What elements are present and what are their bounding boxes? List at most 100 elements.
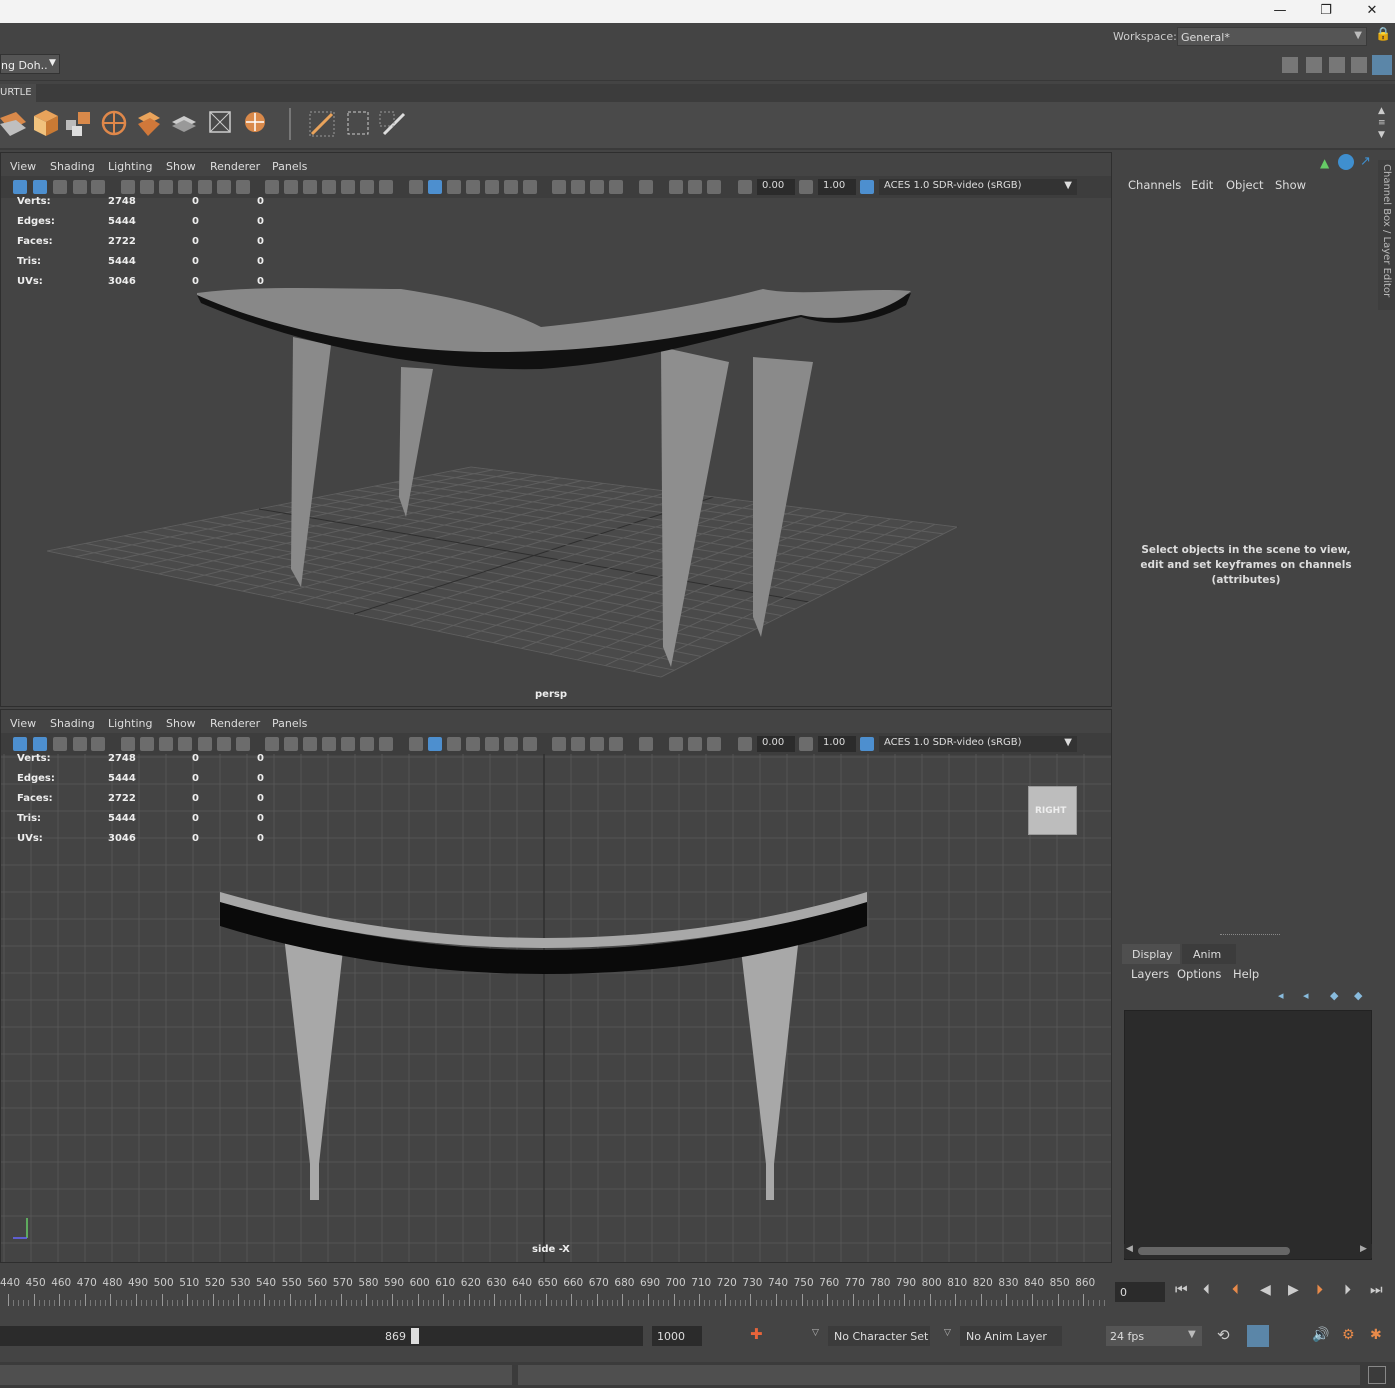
scrollbar-thumb[interactable] — [1138, 1247, 1290, 1255]
viewport-menu-shading[interactable]: Shading — [50, 160, 95, 173]
camera-attributes-icon[interactable] — [33, 180, 47, 194]
exposure-icon[interactable] — [738, 737, 752, 751]
xray-icon[interactable] — [428, 180, 442, 194]
move-layer-down-icon[interactable]: ◂ — [1303, 989, 1309, 1002]
time-slider[interactable]: 440 450 460 470 480 490 500 510 520 530 540 550 560 5… — [0, 1266, 1395, 1316]
viewport-menu-view[interactable]: View — [10, 717, 36, 730]
chevron-down-icon[interactable]: ▽ — [812, 1328, 819, 1338]
viewport-menu-lighting[interactable]: Lighting — [108, 717, 152, 730]
camera-lock-icon[interactable] — [707, 180, 721, 194]
frame-all-icon[interactable] — [669, 737, 683, 751]
2d-pan-zoom-icon[interactable] — [121, 180, 135, 194]
shelf-options-icon[interactable]: ≡ — [1378, 118, 1386, 128]
loop-icon[interactable]: ⟲ — [1217, 1326, 1230, 1344]
xray-joints-icon[interactable] — [447, 180, 461, 194]
grid-icon[interactable] — [265, 737, 279, 751]
screen-ao-icon[interactable] — [379, 737, 393, 751]
turtle-box-icon[interactable] — [34, 110, 58, 136]
channel-box-menu-edit[interactable]: Edit — [1191, 178, 1213, 192]
layer-list[interactable] — [1124, 1010, 1372, 1260]
attribute-editor-toggle-icon[interactable] — [1338, 154, 1354, 170]
field-chart-icon[interactable] — [198, 180, 212, 194]
hud-icon[interactable] — [609, 180, 623, 194]
exposure-field[interactable]: 0.00 — [757, 736, 795, 752]
use-lights-icon[interactable] — [341, 737, 355, 751]
new-layer-from-selection-icon[interactable]: ◆ — [1354, 989, 1362, 1002]
tab-anim[interactable]: Anim — [1182, 944, 1236, 964]
anti-aliasing-icon[interactable] — [552, 737, 566, 751]
2d-pan-zoom-icon[interactable] — [121, 737, 135, 751]
textured-icon[interactable] — [322, 737, 336, 751]
auto-key-icon[interactable]: ✚ — [750, 1325, 763, 1343]
viewcube[interactable]: RIGHT — [1028, 786, 1077, 835]
turtle-edit-icon[interactable] — [309, 111, 335, 137]
isolate-select-icon[interactable] — [590, 180, 604, 194]
wireframe-on-shaded-icon[interactable] — [409, 737, 423, 751]
menu-set-dropdown[interactable]: ng Doh.. ▼ — [0, 54, 60, 74]
frame-selected-icon[interactable] — [688, 737, 702, 751]
wireframe-on-shaded-icon[interactable] — [409, 180, 423, 194]
character-icon[interactable]: ✱ — [1370, 1327, 1382, 1343]
lock-icon[interactable]: 🔒 — [1375, 27, 1391, 42]
turtle-bake-icon[interactable] — [0, 112, 26, 136]
frame-all-icon[interactable] — [669, 180, 683, 194]
fps-dropdown[interactable]: 24 fps ▼ — [1106, 1326, 1202, 1346]
camera-attributes-icon[interactable] — [33, 737, 47, 751]
command-input[interactable] — [0, 1365, 512, 1385]
depth-of-field-icon[interactable] — [571, 180, 585, 194]
tool-settings-toggle-icon[interactable]: ↗ — [1360, 154, 1371, 169]
step-back-key-icon[interactable]: ⏴ — [1232, 1282, 1239, 1298]
viewport-menu-show[interactable]: Show — [166, 160, 196, 173]
smooth-shade-icon[interactable] — [303, 737, 317, 751]
chevron-down-icon[interactable]: ▽ — [944, 1328, 951, 1338]
step-forward-frame-icon[interactable]: ⏵ — [1344, 1282, 1351, 1298]
scroll-left-icon[interactable]: ◀ — [1126, 1244, 1133, 1254]
color-management-icon[interactable] — [860, 737, 874, 751]
maximize-button[interactable]: ❐ — [1303, 0, 1349, 23]
modeling-toolkit-icon[interactable] — [1306, 57, 1322, 73]
gamma-field[interactable]: 1.00 — [818, 736, 856, 752]
turtle-sphere-icon[interactable] — [101, 110, 127, 136]
exposure-icon[interactable] — [738, 180, 752, 194]
channel-box-icon[interactable] — [1372, 55, 1392, 75]
film-gate-icon[interactable] — [140, 737, 154, 751]
xray-joints-icon[interactable] — [447, 737, 461, 751]
viewport-menu-renderer[interactable]: Renderer — [210, 160, 260, 173]
shadows-icon[interactable] — [360, 737, 374, 751]
turtle-pencil-icon[interactable] — [379, 111, 406, 136]
backface-culling-icon[interactable] — [485, 737, 499, 751]
anim-layer-dropdown[interactable]: No Anim Layer — [960, 1326, 1062, 1346]
grease-pencil-icon[interactable] — [91, 180, 105, 194]
select-camera-icon[interactable] — [13, 737, 27, 751]
cache-playback-icon[interactable] — [1247, 1325, 1269, 1347]
select-icon[interactable] — [639, 737, 653, 751]
close-button[interactable]: ✕ — [1349, 0, 1395, 23]
light-icon[interactable] — [504, 180, 518, 194]
xray-components-icon[interactable] — [466, 737, 480, 751]
shelf-scroll-up-icon[interactable]: ▲ — [1378, 106, 1385, 116]
step-forward-key-icon[interactable]: ⏵ — [1316, 1282, 1323, 1298]
gate-mask-icon[interactable] — [178, 180, 192, 194]
wireframe-icon[interactable] — [284, 737, 298, 751]
sound-icon[interactable]: 🔊 — [1312, 1327, 1329, 1343]
attribute-editor-icon[interactable] — [1329, 57, 1345, 73]
viewport-persp[interactable]: View Shading Lighting Show Renderer Pane… — [0, 152, 1112, 707]
safe-action-icon[interactable] — [217, 737, 231, 751]
turtle-select-icon[interactable] — [347, 111, 369, 135]
shadows-icon[interactable] — [360, 180, 374, 194]
backface-culling-icon[interactable] — [485, 180, 499, 194]
viewport-menu-panels[interactable]: Panels — [272, 160, 307, 173]
resolution-gate-icon[interactable] — [159, 180, 173, 194]
channel-box-menu-channels[interactable]: Channels — [1128, 178, 1181, 192]
gate-mask-icon[interactable] — [178, 737, 192, 751]
viewport-side[interactable]: View Shading Lighting Show Renderer Pane… — [0, 709, 1112, 1263]
gamma-field[interactable]: 1.00 — [818, 179, 856, 195]
layer-menu-options[interactable]: Options — [1177, 967, 1221, 981]
motion-blur-icon[interactable] — [523, 737, 537, 751]
camera-lock-icon[interactable] — [707, 737, 721, 751]
viewport-menu-lighting[interactable]: Lighting — [108, 160, 152, 173]
workspace-dropdown[interactable]: General* ▼ — [1177, 27, 1367, 46]
frame-selected-icon[interactable] — [688, 180, 702, 194]
smooth-shade-icon[interactable] — [303, 180, 317, 194]
tool-settings-icon[interactable] — [1351, 57, 1367, 73]
